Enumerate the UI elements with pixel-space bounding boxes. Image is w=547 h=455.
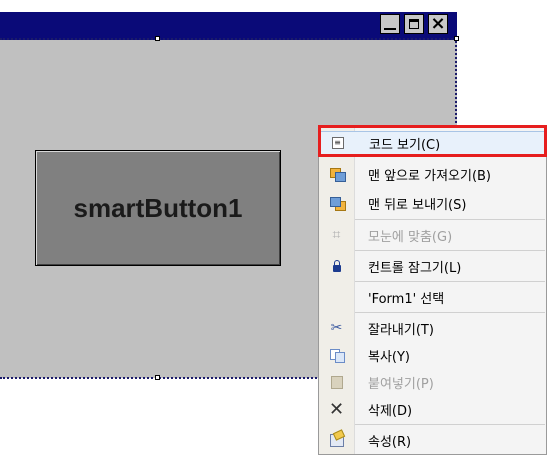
menu-item-label: 붙여넣기(P) <box>368 376 434 392</box>
menu-item-lock-controls[interactable]: 컨트롤 잠그기(L) <box>319 254 547 278</box>
menu-separator <box>355 312 545 313</box>
menu-separator <box>355 219 545 220</box>
resize-handle-bottom[interactable] <box>155 375 160 380</box>
menu-separator <box>355 281 545 282</box>
menu-item-cut[interactable]: ✂ 잘라내기(T) <box>319 316 547 340</box>
menu-item-align-to-grid[interactable]: ⌗ 모눈에 맞춤(G) <box>319 223 547 247</box>
menu-item-bring-to-front[interactable]: 맨 앞으로 가져오기(B) <box>319 162 547 186</box>
menu-item-label: 삭제(D) <box>368 403 413 419</box>
send-to-back-icon <box>329 197 346 211</box>
lock-icon <box>332 259 341 272</box>
menu-item-label: 복사(Y) <box>368 349 411 365</box>
menu-item-label: 컨트롤 잠그기(L) <box>368 260 462 276</box>
menu-item-label: 'Form1' 선택 <box>368 291 445 307</box>
resize-handle-top[interactable] <box>155 36 160 41</box>
menu-item-select-form1[interactable]: 'Form1' 선택 <box>319 285 547 309</box>
smart-button-control[interactable]: smartButton1 <box>35 150 281 266</box>
menu-item-label: 맨 뒤로 보내기(S) <box>368 197 467 213</box>
resize-handle-top-right[interactable] <box>454 36 459 41</box>
menu-item-delete[interactable]: ✕ 삭제(D) <box>319 397 547 421</box>
properties-icon <box>329 433 344 447</box>
bring-to-front-icon <box>329 168 346 182</box>
delete-icon: ✕ <box>328 398 345 420</box>
menu-item-paste[interactable]: 붙여넣기(P) <box>319 370 547 394</box>
menu-item-label: 모눈에 맞춤(G) <box>368 229 453 245</box>
maximize-icon[interactable] <box>404 14 424 34</box>
menu-separator <box>355 250 545 251</box>
menu-separator <box>355 424 545 425</box>
minimize-icon[interactable] <box>380 14 400 34</box>
menu-item-copy[interactable]: 복사(Y) <box>319 343 547 367</box>
menu-item-send-to-back[interactable]: 맨 뒤로 보내기(S) <box>319 191 547 215</box>
menu-item-properties[interactable]: 속성(R) <box>319 428 547 452</box>
close-icon[interactable]: × <box>428 14 448 34</box>
highlight-annotation-box <box>318 125 547 157</box>
align-to-grid-icon: ⌗ <box>332 227 341 243</box>
context-menu: ≡ 코드 보기(C) 맨 앞으로 가져오기(B) 맨 뒤로 보내기(S) ⌗ 모… <box>318 126 547 455</box>
menu-item-label: 잘라내기(T) <box>368 322 434 338</box>
menu-item-label: 맨 앞으로 가져오기(B) <box>368 168 492 184</box>
paste-icon <box>330 375 343 389</box>
menu-item-label: 속성(R) <box>368 434 412 450</box>
copy-icon <box>329 349 345 363</box>
cut-icon: ✂ <box>330 320 343 336</box>
